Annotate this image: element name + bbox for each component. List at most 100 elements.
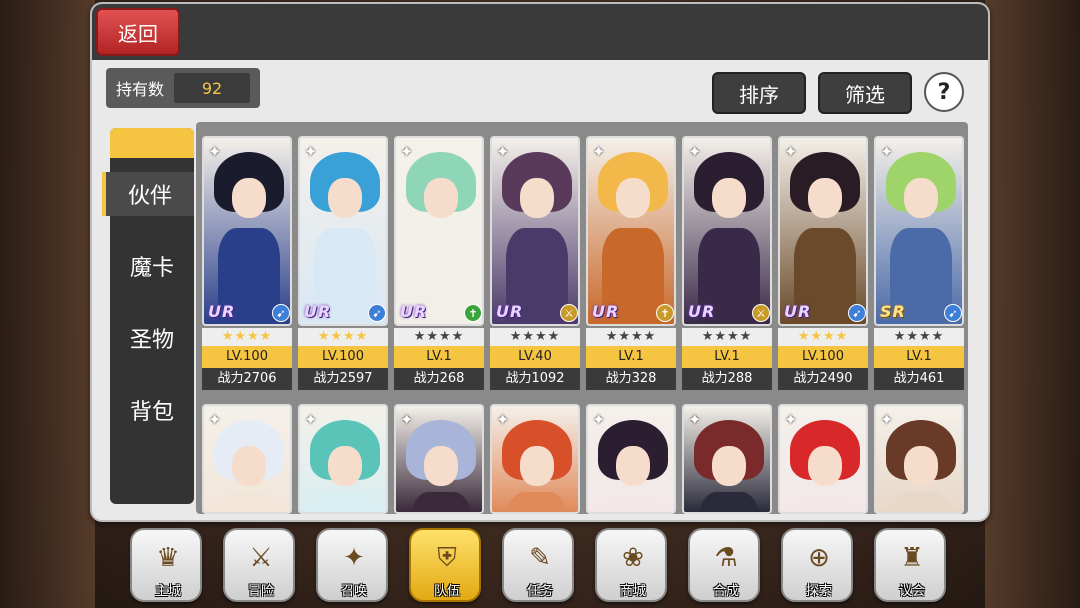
rarity-badge: UR [688,302,716,321]
partner-card[interactable]: ✦ [682,404,772,514]
partner-card[interactable]: ✦ [586,404,676,514]
partner-portrait: ✦ UR ⚔ [682,136,772,326]
nav-button-1[interactable]: ⚔ 冒险 [223,528,295,602]
portrait-body [506,492,568,512]
element-diamond-icon: ✦ [784,410,798,429]
partner-grid: ✦ UR ➹ ★★★★ LV.100 战力2706 ✦ UR ➹ ★★★★ LV… [196,122,968,514]
shop-tree-icon: ❀ [622,543,644,573]
partner-card[interactable]: ✦ [874,404,964,514]
partner-portrait: ✦ [298,404,388,514]
rarity-badge: UR [208,302,236,321]
partner-level: LV.1 [874,346,964,368]
rarity-badge: UR [400,302,428,321]
potion-icon: ⚗ [714,543,738,573]
portrait-face [808,446,842,486]
element-diamond-icon: ✦ [784,142,798,161]
star-rating: ★★★★ [298,328,388,346]
portrait-face [328,446,362,486]
partner-card[interactable]: ✦ UR ⚔ ★★★★ LV.1 战力288 [682,136,772,394]
star-rating: ★★★★ [490,328,580,346]
nav-label: 探索 [805,584,832,599]
element-diamond-icon: ✦ [592,142,606,161]
cross-icon: ✝ [656,304,674,322]
summon-card-icon: ✦ [343,543,365,573]
portrait-body [314,492,376,512]
element-diamond-icon: ✦ [304,142,318,161]
partner-card[interactable]: ✦ UR ➹ ★★★★ LV.100 战力2706 [202,136,292,394]
owned-count-label: 持有数 [116,80,165,99]
partner-card[interactable]: ✦ [778,404,868,514]
rarity-badge: SR [880,302,906,321]
portrait-face [712,178,746,218]
portrait-face [424,178,458,218]
partner-level: LV.1 [394,346,484,368]
tab-magic-cards[interactable]: 魔卡 [110,244,194,288]
partner-card[interactable]: ✦ UR ✝ ★★★★ LV.1 战力268 [394,136,484,394]
partner-level: LV.100 [778,346,868,368]
portrait-body [890,492,952,512]
nav-button-4[interactable]: ✎ 任务 [502,528,574,602]
nav-button-2[interactable]: ✦ 召唤 [316,528,388,602]
tab-relics[interactable]: 圣物 [110,316,194,360]
portrait-face [328,178,362,218]
owned-count-value: 92 [174,73,251,103]
partner-portrait: ✦ UR ⚔ [490,136,580,326]
sort-button[interactable]: 排序 [712,72,806,114]
nav-label: 冒险 [247,584,274,599]
partner-portrait: ✦ [682,404,772,514]
category-sidebar: 伙伴 魔卡 圣物 背包 [102,128,194,504]
element-diamond-icon: ✦ [400,410,414,429]
partner-card[interactable]: ✦ UR ✝ ★★★★ LV.1 战力328 [586,136,676,394]
nav-label: 任务 [526,584,553,599]
element-diamond-icon: ✦ [592,410,606,429]
nav-label: 商城 [619,584,646,599]
filter-button[interactable]: 筛选 [818,72,912,114]
nav-button-8[interactable]: ♜ 议会 [874,528,946,602]
nav-label: 队伍 [433,584,460,599]
back-button[interactable]: 返回 [96,8,180,56]
bow-icon: ➹ [848,304,866,322]
partner-portrait: ✦ [586,404,676,514]
partner-portrait: ✦ SR ➹ [874,136,964,326]
element-diamond-icon: ✦ [496,142,510,161]
star-rating: ★★★★ [586,328,676,346]
nav-button-0[interactable]: ♛ 主城 [130,528,202,602]
partner-power: 战力288 [682,368,772,390]
nav-label: 合成 [712,584,739,599]
help-button[interactable]: ? [924,72,964,112]
partner-card[interactable]: ✦ [490,404,580,514]
sidebar-accent [110,128,194,158]
partner-card[interactable]: ✦ UR ➹ ★★★★ LV.100 战力2490 [778,136,868,394]
nav-button-6[interactable]: ⚗ 合成 [688,528,760,602]
element-diamond-icon: ✦ [304,410,318,429]
rarity-badge: UR [592,302,620,321]
partner-card[interactable]: ✦ UR ⚔ ★★★★ LV.40 战力1092 [490,136,580,394]
cross-icon: ✝ [464,304,482,322]
nav-button-7[interactable]: ⊕ 探索 [781,528,853,602]
portrait-body [218,492,280,512]
tab-backpack[interactable]: 背包 [110,388,194,432]
partner-card[interactable]: ✦ [394,404,484,514]
council-icon: ♜ [900,543,924,573]
portrait-face [808,178,842,218]
bottom-navigation: ♛ 主城 ⚔ 冒险 ✦ 召唤 ⛨ 队伍 ✎ 任务 ❀ 商城 ⚗ 合成 ⊕ 探索 … [130,528,950,604]
partner-power: 战力2597 [298,368,388,390]
nav-button-3[interactable]: ⛨ 队伍 [409,528,481,602]
star-rating: ★★★★ [202,328,292,346]
partner-card[interactable]: ✦ [202,404,292,514]
tab-partners[interactable]: 伙伴 [102,172,194,216]
partner-card[interactable]: ✦ [298,404,388,514]
partner-power: 战力2490 [778,368,868,390]
panel-topbar: 返回 [92,4,988,60]
owned-count: 持有数 92 [106,68,260,108]
rarity-badge: UR [304,302,332,321]
element-diamond-icon: ✦ [496,410,510,429]
partner-card[interactable]: ✦ SR ➹ ★★★★ LV.1 战力461 [874,136,964,394]
rarity-badge: UR [496,302,524,321]
portrait-face [520,446,554,486]
bow-icon: ➹ [944,304,962,322]
nav-button-5[interactable]: ❀ 商城 [595,528,667,602]
partner-card[interactable]: ✦ UR ➹ ★★★★ LV.100 战力2597 [298,136,388,394]
portrait-face [424,446,458,486]
partner-portrait: ✦ UR ➹ [202,136,292,326]
